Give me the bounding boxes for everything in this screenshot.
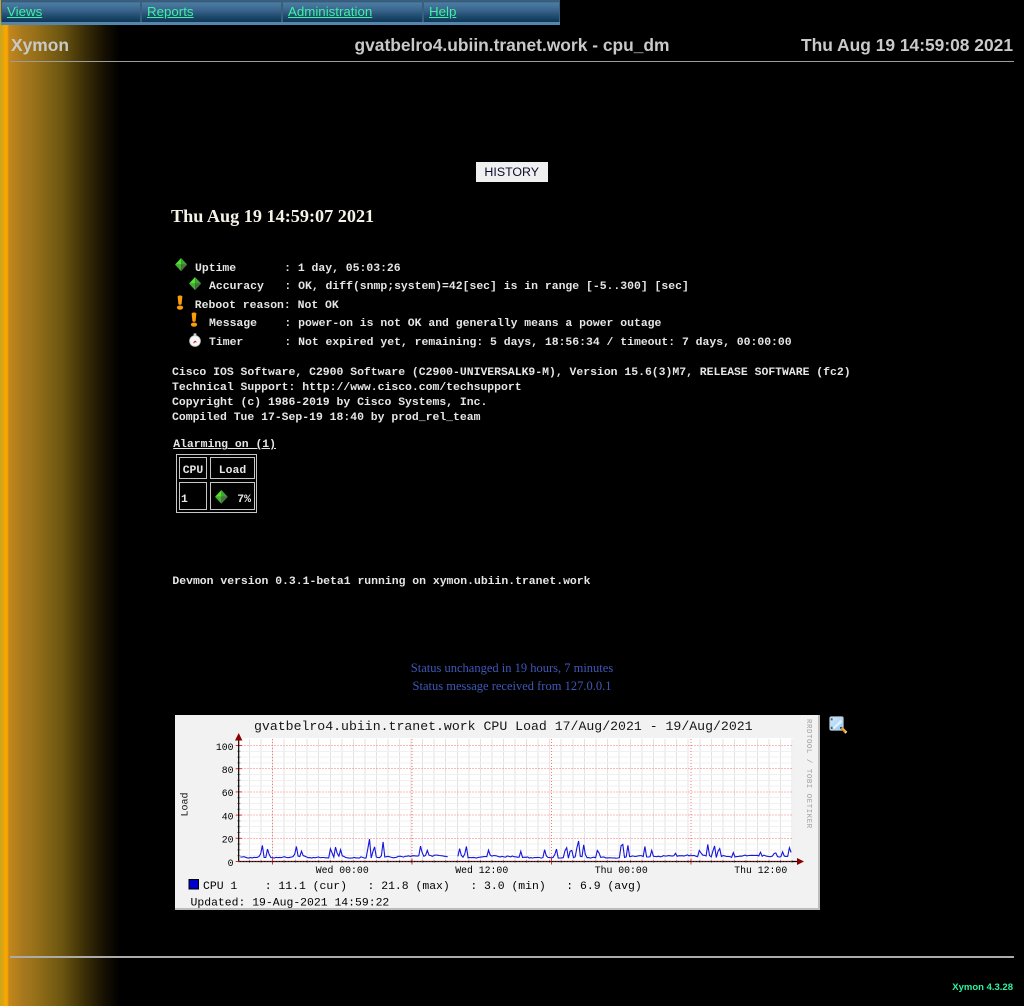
svg-text:CPU 1 : 11.1 (cur) : 21.8: CPU 1 : 11.1 (cur) : 21.8 (max) : 3.0 (m… xyxy=(203,880,642,893)
svg-text:20: 20 xyxy=(222,835,234,846)
svg-text:80: 80 xyxy=(222,765,234,776)
svg-text:0: 0 xyxy=(228,858,234,869)
svg-text:60: 60 xyxy=(222,788,234,799)
svg-text:Thu 12:00: Thu 12:00 xyxy=(734,865,787,876)
svg-text:100: 100 xyxy=(216,742,234,753)
svg-text:Wed 12:00: Wed 12:00 xyxy=(455,865,508,876)
svg-text:gvatbelro4.ubiin.tranet.work C: gvatbelro4.ubiin.tranet.work CPU Load 17… xyxy=(254,719,753,734)
svg-text:Thu 00:00: Thu 00:00 xyxy=(595,865,648,876)
svg-text:40: 40 xyxy=(222,811,234,822)
svg-text:Load: Load xyxy=(180,792,192,816)
svg-text:RRDTOOL / TOBI OETIKER: RRDTOOL / TOBI OETIKER xyxy=(804,719,812,829)
svg-text:Updated: 19-Aug-2021 14:59:22: Updated: 19-Aug-2021 14:59:22 xyxy=(191,896,390,909)
svg-text:Wed 00:00: Wed 00:00 xyxy=(316,865,369,876)
